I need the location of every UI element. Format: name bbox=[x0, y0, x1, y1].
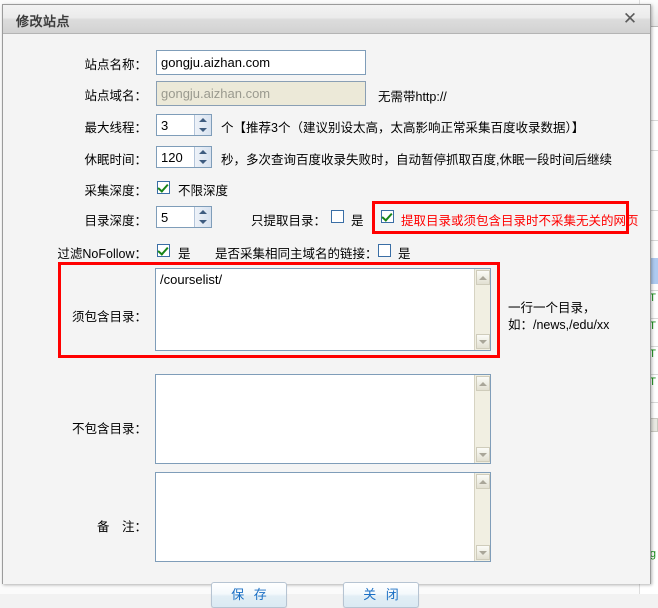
nofollow-checkbox[interactable] bbox=[157, 244, 170, 257]
max-thread-input[interactable] bbox=[157, 115, 195, 135]
close-icon[interactable]: ✕ bbox=[618, 8, 642, 30]
max-thread-decrement-icon[interactable] bbox=[195, 125, 211, 135]
max-thread-spinner-buttons[interactable] bbox=[194, 115, 211, 135]
same-domain-checkbox[interactable] bbox=[378, 244, 391, 257]
nofollow-label: 过滤NoFollow： bbox=[57, 247, 147, 261]
exclude-dirs-textarea-wrap bbox=[155, 374, 491, 464]
skip-irrelevant-pages-label: 提取目录或须包含目录时不采集无关的网页 bbox=[401, 214, 639, 228]
nofollow-yes-label: 是 bbox=[178, 247, 191, 261]
close-button[interactable]: 关 闭 bbox=[343, 582, 419, 608]
only-extract-dirs-yes-label: 是 bbox=[351, 214, 364, 228]
remark-scrollbar[interactable] bbox=[474, 473, 490, 561]
exclude-dirs-label: 不包含目录： bbox=[71, 422, 147, 436]
remark-scroll-down-icon[interactable] bbox=[476, 545, 490, 560]
sleep-time-input[interactable] bbox=[157, 147, 195, 167]
dir-depth-decrement-icon[interactable] bbox=[195, 217, 211, 227]
site-domain-note: 无需带http:// bbox=[378, 90, 447, 104]
dir-depth-stepper[interactable] bbox=[156, 206, 212, 228]
only-extract-dirs-checkbox[interactable] bbox=[331, 210, 344, 223]
dialog-titlebar: 修改站点 ✕ bbox=[3, 5, 650, 34]
include-dirs-textarea-wrap bbox=[155, 268, 491, 351]
only-extract-dirs-label: 只提取目录： bbox=[251, 214, 327, 228]
remark-label: 备 注： bbox=[96, 520, 147, 534]
exclude-dirs-scrollbar[interactable] bbox=[474, 375, 490, 463]
max-thread-stepper[interactable] bbox=[156, 114, 212, 136]
same-domain-yes-label: 是 bbox=[398, 247, 411, 261]
include-dirs-label: 须包含目录： bbox=[71, 310, 147, 324]
dialog-title: 修改站点 bbox=[16, 14, 71, 29]
max-thread-note: 个【推荐3个（建议别设太高，太高影响正常采集百度收录数据）】 bbox=[221, 121, 585, 135]
include-dirs-scroll-up-icon[interactable] bbox=[476, 270, 490, 285]
dir-depth-spinner-buttons[interactable] bbox=[194, 207, 211, 227]
sleep-time-note: 秒，多次查询百度收录失败时，自动暂停抓取百度,休眠一段时间后继续 bbox=[221, 153, 612, 167]
collect-depth-label: 采集深度： bbox=[84, 184, 147, 198]
site-name-label: 站点名称： bbox=[84, 58, 147, 72]
include-dirs-scrollbar[interactable] bbox=[474, 269, 490, 350]
max-thread-label: 最大线程： bbox=[84, 121, 147, 135]
exclude-dirs-scroll-up-icon[interactable] bbox=[476, 376, 490, 391]
exclude-dirs-scroll-down-icon[interactable] bbox=[476, 447, 490, 462]
site-name-input[interactable] bbox=[156, 50, 366, 75]
remark-textarea[interactable] bbox=[156, 473, 474, 561]
sleep-time-stepper[interactable] bbox=[156, 146, 212, 168]
site-domain-label: 站点域名： bbox=[84, 89, 147, 103]
sleep-time-spinner-buttons[interactable] bbox=[194, 147, 211, 167]
collect-depth-checkbox[interactable] bbox=[157, 181, 170, 194]
site-domain-input bbox=[156, 81, 366, 106]
exclude-dirs-textarea[interactable] bbox=[156, 375, 474, 463]
dir-depth-increment-icon[interactable] bbox=[195, 207, 211, 217]
remark-textarea-wrap bbox=[155, 472, 491, 562]
sleep-time-label: 休眠时间： bbox=[84, 153, 147, 167]
include-dirs-hint-line2: 如：/news,/edu/xx bbox=[508, 318, 610, 332]
collect-depth-checkbox-label: 不限深度 bbox=[178, 184, 229, 198]
remark-scroll-up-icon[interactable] bbox=[476, 474, 490, 489]
sleep-time-decrement-icon[interactable] bbox=[195, 157, 211, 167]
same-domain-label: 是否采集相同主域名的链接： bbox=[215, 247, 378, 261]
sleep-time-increment-icon[interactable] bbox=[195, 147, 211, 157]
dir-depth-label: 目录深度： bbox=[84, 214, 147, 228]
include-dirs-textarea[interactable] bbox=[156, 269, 474, 350]
include-dirs-hint-line1: 一行一个目录， bbox=[508, 301, 596, 315]
edit-site-dialog: 修改站点 ✕ 站点名称： 站点域名： 无需带http:// 最大线程： 个【推 bbox=[2, 4, 651, 608]
include-dirs-scroll-down-icon[interactable] bbox=[476, 334, 490, 349]
dialog-body: 站点名称： 站点域名： 无需带http:// 最大线程： 个【推荐3个（建议别设… bbox=[3, 34, 650, 608]
skip-irrelevant-pages-checkbox[interactable] bbox=[381, 210, 394, 223]
dir-depth-input[interactable] bbox=[157, 207, 195, 227]
max-thread-increment-icon[interactable] bbox=[195, 115, 211, 125]
save-button[interactable]: 保 存 bbox=[211, 582, 287, 608]
